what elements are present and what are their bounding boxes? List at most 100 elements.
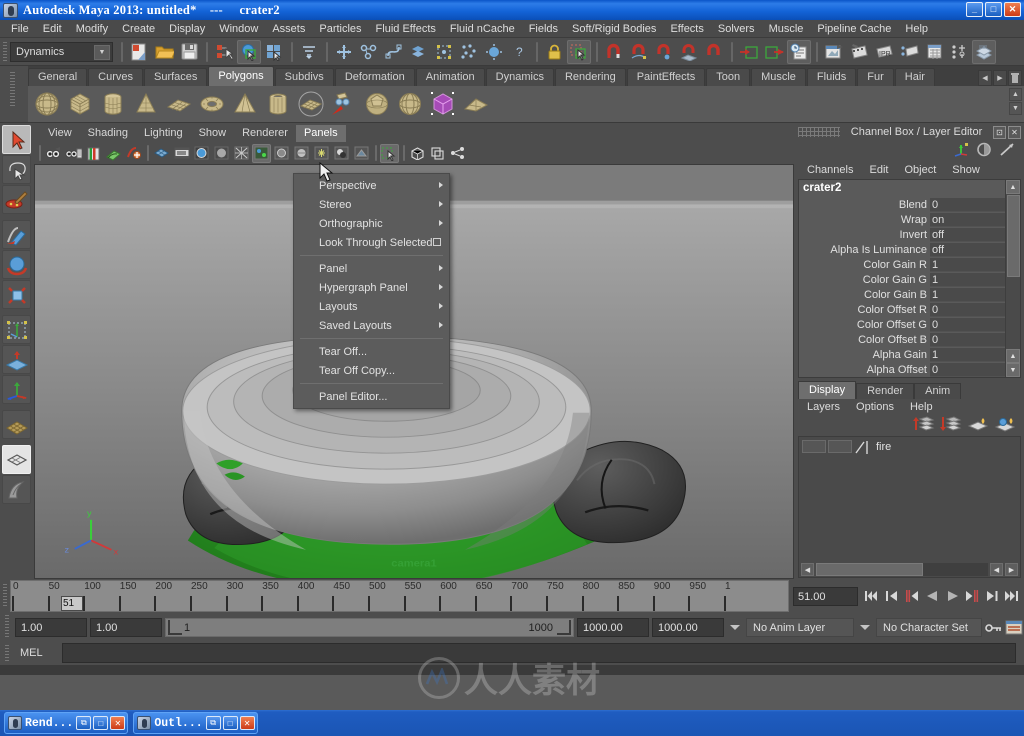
taskbar-maximize-button[interactable]: □ xyxy=(93,716,109,730)
poly-cylinder-icon[interactable] xyxy=(98,89,128,119)
batch-render-icon[interactable] xyxy=(897,40,921,64)
attribute-editor-icon[interactable] xyxy=(976,142,993,160)
single-perspective-layout-icon[interactable] xyxy=(2,445,31,474)
rendering-editors-icon[interactable] xyxy=(972,39,996,64)
channel-row[interactable]: Color Gain G1 xyxy=(799,272,1005,287)
select-by-hierarchy-icon[interactable] xyxy=(212,40,236,64)
help-icon[interactable]: ? xyxy=(507,40,531,64)
lights-icon[interactable] xyxy=(312,144,331,163)
go-to-start-icon[interactable] xyxy=(863,586,881,606)
channel-value[interactable]: 1 xyxy=(930,347,1005,362)
channel-box-attribute-list[interactable]: crater2 Blend 0 Wrap on Invert off Alpha Is Lu… xyxy=(798,179,1021,378)
menu-item-solvers[interactable]: Solvers xyxy=(711,20,762,38)
shelf-tab-curves[interactable]: Curves xyxy=(88,68,143,86)
channel-value[interactable]: off xyxy=(930,227,1005,242)
range-slider-bar[interactable]: 1 1000 xyxy=(165,617,574,637)
resolution-gate-icon[interactable] xyxy=(192,144,211,163)
object-display-cube-icon[interactable] xyxy=(408,144,427,163)
film-origin-icon[interactable] xyxy=(232,144,251,163)
poly-plane-icon[interactable] xyxy=(164,89,194,119)
auto-keyframe-icon[interactable] xyxy=(985,618,1001,637)
checkbox-icon[interactable] xyxy=(433,238,441,246)
camera-attributes-icon[interactable] xyxy=(64,144,83,163)
menu-item-help[interactable]: Help xyxy=(898,20,935,38)
channel-row[interactable]: Color Offset R0 xyxy=(799,302,1005,317)
mask-deformer-icon[interactable] xyxy=(432,40,456,64)
channel-value[interactable]: off xyxy=(930,242,1005,257)
layer-list[interactable]: fire ◀ ◀ ▶ xyxy=(798,436,1021,578)
shelf-grip[interactable] xyxy=(0,66,28,122)
render-sequence-icon[interactable] xyxy=(847,40,871,64)
new-layer-icon[interactable] xyxy=(967,416,989,435)
select-by-component-icon[interactable] xyxy=(262,40,286,64)
play-forwards-icon[interactable] xyxy=(943,586,961,606)
select-tool-icon[interactable] xyxy=(2,125,31,154)
panels-menu-item-orthographic[interactable]: Orthographic xyxy=(294,214,449,233)
channel-row[interactable]: Color Gain R1 xyxy=(799,257,1005,272)
panels-menu-item-stereo[interactable]: Stereo xyxy=(294,195,449,214)
shelf-tab-general[interactable]: General xyxy=(28,68,88,86)
layer-row[interactable]: fire xyxy=(799,437,1020,454)
panels-menu-item-perspective[interactable]: Perspective xyxy=(294,176,449,195)
scrollbar-thumb[interactable] xyxy=(1006,195,1020,277)
channel-box-menu-show[interactable]: Show xyxy=(944,164,988,176)
close-panel-button[interactable]: ✕ xyxy=(1008,125,1021,139)
snap-projected-icon[interactable] xyxy=(677,40,701,64)
panels-menu-item-tear-off-copy[interactable]: Tear Off Copy... xyxy=(294,361,449,380)
shelf-next-button[interactable]: ▶ xyxy=(993,70,1007,86)
channel-box-menu-channels[interactable]: Channels xyxy=(799,164,861,176)
anim-end-time-field[interactable]: 1000.00 xyxy=(652,617,724,637)
shelf-tab-fur[interactable]: Fur xyxy=(857,68,894,86)
anim-layer-dropdown-arrow[interactable] xyxy=(727,618,743,637)
poly-pyramid-icon[interactable] xyxy=(230,89,260,119)
step-back-frame-icon[interactable] xyxy=(903,586,921,606)
output-connection-icon[interactable] xyxy=(762,40,786,64)
move-tool-icon[interactable] xyxy=(2,220,31,249)
layer-editor-menu-help[interactable]: Help xyxy=(902,401,941,413)
step-forward-keyframe-icon[interactable] xyxy=(983,586,1001,606)
poly-platonic-icon[interactable] xyxy=(395,89,425,119)
panels-menu-item-hypergraph-panel[interactable]: Hypergraph Panel xyxy=(294,278,449,297)
viewport-toolbar-grip[interactable] xyxy=(36,144,43,162)
playback-start-time-field[interactable]: 1.00 xyxy=(90,617,162,637)
menu-item-create[interactable]: Create xyxy=(115,20,162,38)
paint-select-tool-icon[interactable] xyxy=(2,185,31,214)
tool-settings-icon[interactable] xyxy=(999,142,1016,160)
xray-icon[interactable] xyxy=(352,144,371,163)
layer-editor-menu-options[interactable]: Options xyxy=(848,401,902,413)
shelf-tab-polygons[interactable]: Polygons xyxy=(208,66,274,86)
taskbar-maximize-button[interactable]: □ xyxy=(222,716,238,730)
step-forward-frame-icon[interactable] xyxy=(963,586,981,606)
menu-item-fields[interactable]: Fields xyxy=(522,20,565,38)
taskbar-close-button[interactable]: ✕ xyxy=(239,716,255,730)
shelf-delete-icon[interactable] xyxy=(1008,70,1022,86)
poly-torus-icon[interactable] xyxy=(197,89,227,119)
highlight-selection-icon[interactable] xyxy=(567,39,591,64)
move-layer-down-icon[interactable] xyxy=(940,415,962,435)
mask-surface-icon[interactable] xyxy=(382,40,406,64)
panels-menu-item-look-through-selected[interactable]: Look Through Selected xyxy=(294,233,449,252)
universal-manipulator-icon[interactable] xyxy=(2,315,31,344)
mask-curve-icon[interactable] xyxy=(357,40,381,64)
layer-editor-menu-layers[interactable]: Layers xyxy=(799,401,848,413)
channel-value[interactable]: 1 xyxy=(930,257,1005,272)
channel-box-menu-object[interactable]: Object xyxy=(896,164,944,176)
animation-preferences-icon[interactable] xyxy=(1004,618,1024,637)
show-manipulator-icon[interactable] xyxy=(2,375,31,404)
shelf-prev-button[interactable]: ◀ xyxy=(978,70,992,86)
command-line-label[interactable]: MEL xyxy=(12,647,62,659)
chevron-down-icon[interactable]: ▼ xyxy=(94,44,110,60)
shelf-scroll-up-button[interactable]: ▲ xyxy=(1009,88,1022,101)
character-set-field[interactable]: No Character Set xyxy=(876,617,982,637)
film-gate-icon[interactable] xyxy=(172,144,191,163)
command-line-input[interactable] xyxy=(62,643,1016,663)
four-view-layout-icon[interactable] xyxy=(2,475,31,504)
taskbar-close-button[interactable]: ✕ xyxy=(110,716,126,730)
gate-mask-icon[interactable] xyxy=(212,144,231,163)
rotate-tool-icon[interactable] xyxy=(2,250,31,279)
open-scene-icon[interactable] xyxy=(152,40,176,64)
hscroll-left-button[interactable]: ◀ xyxy=(801,563,814,576)
shelf-tab-fluids[interactable]: Fluids xyxy=(806,68,857,86)
input-connection-icon[interactable] xyxy=(737,40,761,64)
poly-prism-icon[interactable] xyxy=(296,89,326,119)
